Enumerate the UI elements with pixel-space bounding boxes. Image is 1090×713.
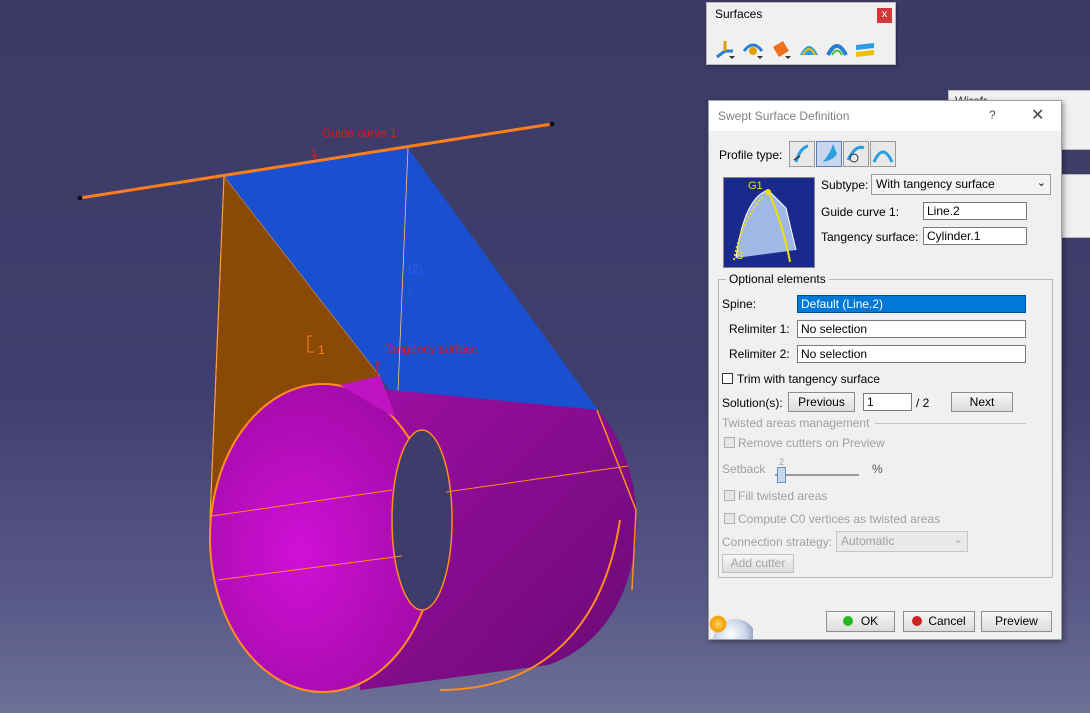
revolve-icon[interactable] [741, 37, 765, 61]
help-icon[interactable]: ? [989, 108, 996, 122]
profile-type-line-button[interactable] [816, 141, 842, 167]
close-icon[interactable]: ✕ [1031, 105, 1044, 125]
connection-strategy-value: Automatic [841, 534, 895, 548]
fill-twisted-checkbox[interactable] [724, 490, 735, 501]
guide-curve-label: Guide curve 1: [821, 205, 900, 219]
profile-type-label: Profile type: [719, 148, 783, 162]
trim-label: Trim with tangency surface [737, 372, 880, 386]
toolbar-partial-2[interactable] [1060, 174, 1090, 238]
offset-icon[interactable] [769, 37, 793, 61]
guide-curve-label: Guide curve 1 [322, 126, 397, 140]
tangency-surface-field[interactable]: Cylinder.1 [923, 227, 1027, 245]
add-cutter-button[interactable]: Add cutter [722, 554, 794, 573]
marker-2-label: (2) [408, 262, 423, 276]
profile-type-conic-button[interactable] [870, 141, 896, 167]
ok-icon [842, 616, 853, 626]
cancel-button[interactable]: Cancel [903, 611, 975, 632]
relimiter2-label: Relimiter 2: [729, 347, 790, 361]
trim-checkbox[interactable] [722, 373, 733, 384]
preview-s-label: S [736, 250, 744, 262]
cylinder-hole [391, 429, 453, 611]
connection-strategy-dropdown[interactable]: Automatic ⌄ [836, 531, 968, 552]
tangency-surface-label: Tangency surface [384, 342, 479, 356]
cancel-label: Cancel [928, 614, 966, 628]
preview-button[interactable]: Preview [981, 611, 1052, 632]
chevron-down-icon: ⌄ [953, 534, 963, 546]
setback-label: Setback [722, 462, 766, 476]
spine-label: Spine: [722, 297, 757, 311]
spine-field[interactable]: Default (Line.2) [797, 295, 1026, 313]
fill-icon[interactable] [825, 37, 849, 61]
remove-cutters-checkbox[interactable] [724, 437, 735, 448]
surfaces-toolbar-title: Surfaces [715, 7, 763, 21]
subtype-preview-image: G1 S [723, 177, 815, 268]
remove-cutters-label: Remove cutters on Preview [738, 436, 885, 450]
sweep-icon[interactable] [797, 37, 821, 61]
tangency-surface-label: Tangency surface: [821, 230, 919, 244]
solutions-label: Solution(s): [722, 396, 783, 410]
solution-current-field[interactable]: 1 [863, 393, 912, 411]
setback-slider-handle[interactable] [777, 467, 786, 483]
subtype-dropdown[interactable]: With tangency surface ⌄ [871, 174, 1051, 195]
relimiter1-label: Relimiter 1: [729, 322, 790, 336]
setback-slider-track[interactable] [775, 474, 859, 476]
guide-curve-field[interactable]: Line.2 [923, 202, 1027, 220]
compute-c0-label: Compute C0 vertices as twisted areas [738, 512, 941, 526]
profile-type-explicit-button[interactable] [789, 141, 815, 167]
catia-logo [709, 611, 753, 639]
preview-g1-label: G1 [748, 180, 763, 192]
setback-unit: % [872, 462, 883, 476]
twisted-areas-divider [875, 423, 1026, 424]
dialog-title-bar[interactable]: Swept Surface Definition ? ✕ [709, 101, 1061, 131]
previous-button[interactable]: Previous [788, 392, 855, 412]
close-icon[interactable]: x [877, 8, 892, 23]
connection-strategy-label: Connection strategy: [722, 535, 833, 549]
ok-label: OK [860, 614, 879, 628]
fill-twisted-label: Fill twisted areas [738, 489, 828, 503]
subtype-value: With tangency surface [876, 177, 995, 191]
compute-c0-checkbox[interactable] [724, 513, 735, 524]
blend-icon[interactable] [853, 37, 877, 61]
relimiter1-field[interactable]: No selection [797, 320, 1026, 338]
twisted-areas-title: Twisted areas management [722, 416, 870, 430]
extrude-icon[interactable] [713, 37, 737, 61]
profile-type-circle-button[interactable] [843, 141, 869, 167]
chevron-down-icon: ⌄ [1036, 177, 1046, 189]
dialog-title: Swept Surface Definition [718, 109, 850, 123]
cancel-icon [912, 616, 923, 626]
ok-button[interactable]: OK [826, 611, 895, 632]
solution-total: / 2 [916, 396, 930, 410]
relimiter2-field[interactable]: No selection [797, 345, 1026, 363]
subtype-label: Subtype: [821, 178, 869, 192]
surfaces-toolbar[interactable]: Surfaces x [706, 2, 896, 65]
optional-elements-title: Optional elements [726, 272, 829, 286]
setback-value: 2 [779, 457, 785, 467]
marker-1-label: 1 [318, 343, 325, 357]
swept-surface-dialog: Swept Surface Definition ? ✕ Profile typ… [708, 100, 1062, 640]
next-button[interactable]: Next [951, 392, 1013, 412]
